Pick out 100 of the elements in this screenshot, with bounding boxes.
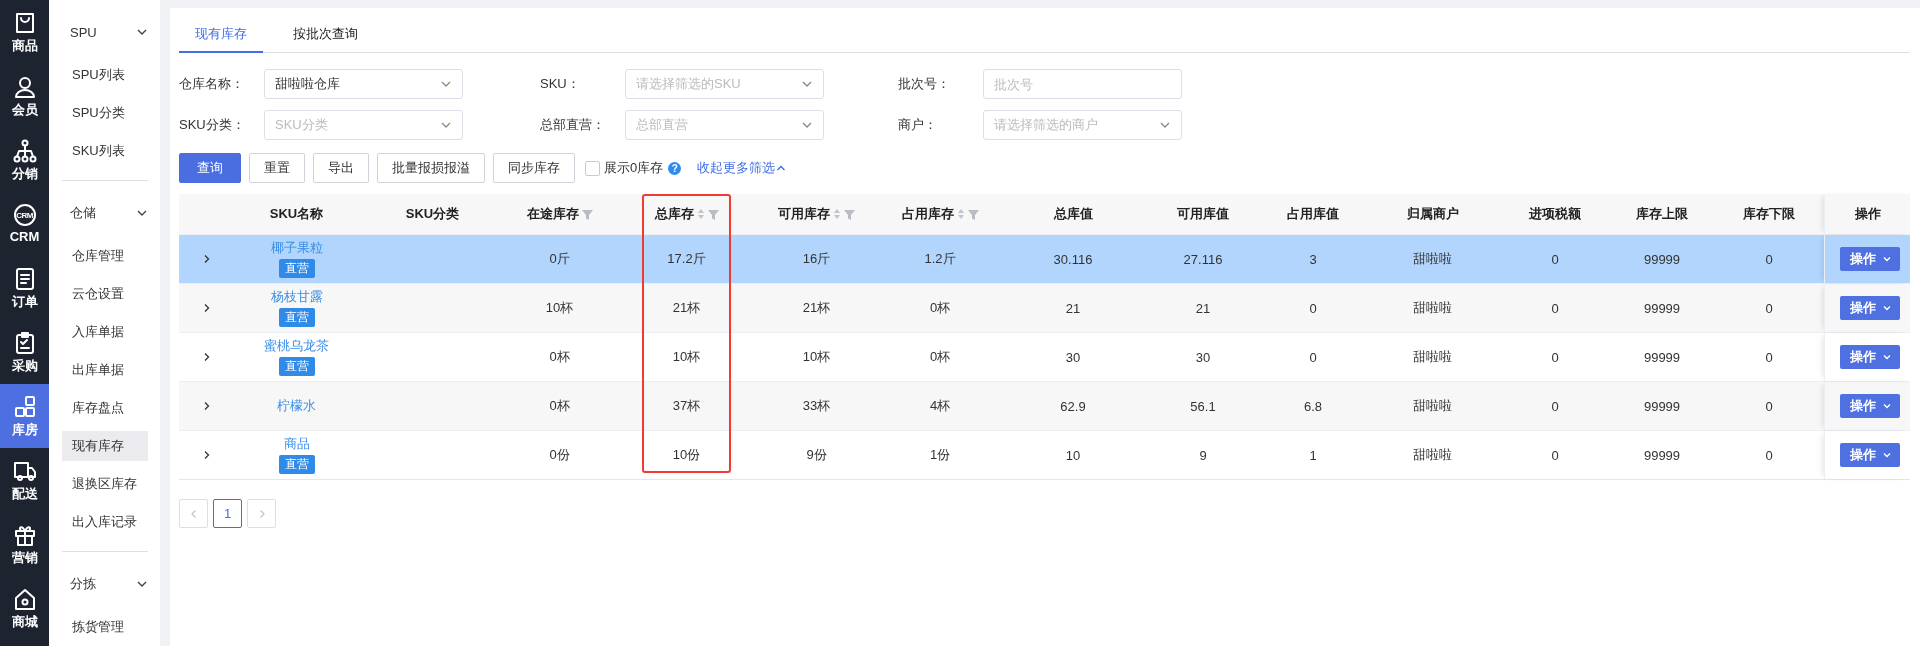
button[interactable]: 查询 — [179, 153, 241, 183]
tag: 直营 — [278, 308, 315, 327]
table-row[interactable]: 椰子果粒 直营 0斤 17.2斤 16斤 1.2斤 30.116 27.116 3 甜啦啦 0 99999 0 操作 — [179, 234, 1910, 283]
nav-item[interactable]: 商品 — [0, 0, 49, 64]
collapse-link[interactable]: 收起更多筛选 — [697, 159, 776, 177]
menu-group-header[interactable]: SPU — [49, 8, 160, 56]
next-page-button[interactable] — [247, 499, 276, 528]
gift-icon — [12, 523, 37, 547]
table-cell-text: 21杯 — [671, 299, 702, 317]
input-field[interactable]: 批次号 — [983, 69, 1182, 99]
product-link[interactable]: 蜜桃乌龙茶 — [264, 338, 329, 354]
action-dropdown-button[interactable]: 操作 — [1840, 296, 1900, 320]
hierarchy-icon — [12, 139, 37, 163]
product-link[interactable]: 商品 — [283, 436, 310, 452]
menu-item[interactable]: 仓库管理 — [62, 241, 148, 271]
nav-item[interactable]: CRM CRM — [0, 192, 49, 256]
table-cell-text: 1.2斤 — [923, 250, 957, 268]
table-cell-text: 21 — [1194, 299, 1212, 318]
table-cell-text: 0杯 — [548, 397, 571, 415]
menu-item[interactable]: SPU分类 — [62, 98, 148, 128]
field-label: SKU： — [540, 75, 581, 93]
menu-item[interactable]: SKU列表 — [62, 136, 148, 166]
tab[interactable]: 按批次查询 — [277, 16, 374, 53]
button[interactable]: 同步库存 — [493, 153, 575, 183]
house-icon — [12, 587, 37, 611]
nav-item[interactable]: 采购 — [0, 320, 49, 384]
table-cell-text: 99999 — [1642, 250, 1682, 269]
table-cell-text: 0 — [1764, 299, 1774, 318]
table-cell-text: 0杯 — [548, 348, 571, 366]
button[interactable]: 导出 — [313, 153, 369, 183]
table-cell-text: 1 — [1308, 446, 1318, 465]
menu-item[interactable]: 现有库存 — [62, 431, 148, 461]
table-cell-text: 甜啦啦 — [1412, 299, 1453, 317]
field-label: SKU分类： — [179, 116, 246, 134]
menu-item[interactable]: 退换区库存 — [62, 469, 148, 499]
checkbox[interactable] — [585, 160, 600, 176]
tag: 直营 — [278, 259, 315, 278]
button[interactable]: 重置 — [249, 153, 305, 183]
table-cell-text: 9份 — [805, 446, 828, 464]
table-cell-text: 0斤 — [548, 250, 571, 268]
table-cell-text: 56.1 — [1189, 397, 1217, 416]
menu-item[interactable]: 出入库记录 — [62, 507, 148, 537]
previous-page-button[interactable] — [179, 499, 208, 528]
nav-item[interactable]: 商城 — [0, 576, 49, 640]
filter-icon — [581, 208, 593, 220]
table-row[interactable]: 杨枝甘露 直营 10杯 21杯 21杯 0杯 21 21 0 甜啦啦 0 99999 0 操作 — [179, 283, 1910, 332]
menu-item[interactable]: 入库单据 — [62, 317, 148, 347]
select-field[interactable]: 甜啦啦仓库 — [264, 69, 463, 99]
table-cell-text: 甜啦啦 — [1412, 446, 1453, 464]
table-cell-text: 10杯 — [671, 348, 702, 366]
table-cell-text: 甜啦啦 — [1412, 250, 1453, 268]
table-cell-text: 10杯 — [801, 348, 832, 366]
table-cell-text: 甜啦啦 — [1412, 397, 1453, 415]
table-cell-text: 16斤 — [801, 250, 832, 268]
table-cell-text: 10杯 — [544, 299, 575, 317]
table-cell-text: 0 — [1764, 397, 1774, 416]
menu-group-header[interactable]: 分拣 — [49, 560, 160, 608]
table-cell-text: 10 — [1064, 446, 1082, 465]
action-dropdown-button[interactable]: 操作 — [1840, 443, 1900, 467]
field-label: 仓库名称： — [179, 75, 245, 93]
nav-item[interactable]: 库房 — [0, 384, 49, 448]
caret-icon — [1882, 254, 1892, 264]
action-dropdown-button[interactable]: 操作 — [1840, 394, 1900, 418]
truck-icon — [12, 459, 37, 483]
nav-item[interactable]: 分销 — [0, 128, 49, 192]
column-header: 进项税额 — [1528, 205, 1582, 223]
menu-group-header[interactable]: 仓储 — [49, 189, 160, 237]
nav-item[interactable]: 会员 — [0, 64, 49, 128]
tab[interactable]: 现有库存 — [179, 16, 263, 53]
menu-item[interactable]: 拣货管理 — [62, 612, 148, 642]
action-dropdown-button[interactable]: 操作 — [1840, 247, 1900, 271]
table-cell-text: 0 — [1550, 446, 1560, 465]
page-button[interactable]: 1 — [213, 499, 242, 528]
table-cell-text: 21 — [1064, 299, 1082, 318]
action-dropdown-button[interactable]: 操作 — [1840, 345, 1900, 369]
column-header: 总库值 — [1052, 205, 1094, 223]
table-cell-text: 甜啦啦 — [1412, 348, 1453, 366]
table-cell-text: 0 — [1550, 299, 1560, 318]
person-icon — [12, 75, 37, 99]
sort-icon — [956, 208, 965, 220]
nav-item[interactable]: 订单 — [0, 256, 49, 320]
table-cell-text: 0份 — [548, 446, 571, 464]
field-label: 总部直营： — [540, 116, 606, 134]
caret-icon — [1882, 450, 1892, 460]
table-cell-text: 0杯 — [928, 299, 952, 317]
tag: 直营 — [278, 455, 315, 474]
table-row[interactable]: 柠檬水 0杯 37杯 33杯 4杯 62.9 56.1 6.8 甜啦啦 0 99999 0 操作 — [179, 381, 1910, 430]
menu-item[interactable]: SPU列表 — [62, 60, 148, 90]
table-cell-text: 6.8 — [1302, 397, 1324, 416]
menu-item[interactable]: 库存盘点 — [62, 393, 148, 423]
menu-item[interactable]: 出库单据 — [62, 355, 148, 385]
nav-item[interactable]: 营销 — [0, 512, 49, 576]
menu-item[interactable]: 云仓设置 — [62, 279, 148, 309]
column-header: 库存下限 — [1742, 205, 1796, 223]
table-row[interactable]: 商品 直营 0份 10份 9份 1份 10 9 1 甜啦啦 0 99999 0 操作 — [179, 430, 1910, 479]
chevron-up-icon — [776, 163, 787, 173]
nav-item[interactable]: 配送 — [0, 448, 49, 512]
table-cell-text: 99999 — [1642, 446, 1682, 465]
table-cell-text: 17.2斤 — [666, 250, 707, 268]
button[interactable]: 批量报损报溢 — [377, 153, 485, 183]
